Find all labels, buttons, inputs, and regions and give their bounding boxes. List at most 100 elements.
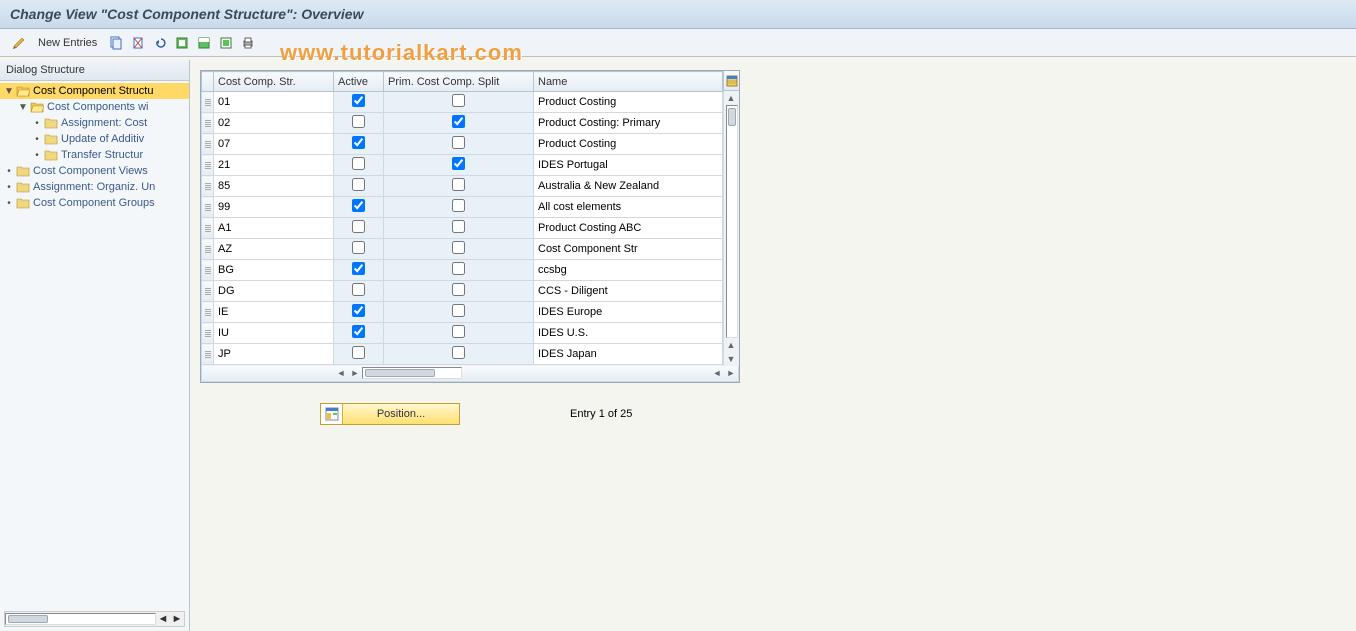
col-header-active[interactable]: Active	[334, 72, 384, 92]
name-input[interactable]	[534, 218, 722, 238]
sidebar-hscrollbar[interactable]: ◄ ►	[4, 611, 185, 627]
active-checkbox[interactable]	[352, 178, 365, 191]
toggle-change-icon[interactable]	[10, 34, 28, 52]
prim-split-checkbox[interactable]	[452, 241, 465, 254]
name-input[interactable]	[534, 281, 722, 301]
row-select-handle[interactable]	[202, 113, 214, 134]
row-select-handle[interactable]	[202, 218, 214, 239]
select-block-icon[interactable]	[195, 34, 213, 52]
cost-comp-str-input[interactable]	[214, 92, 333, 112]
prim-split-checkbox[interactable]	[452, 136, 465, 149]
scroll-right-icon[interactable]: ►	[170, 612, 184, 626]
cost-comp-str-input[interactable]	[214, 260, 333, 280]
active-checkbox[interactable]	[352, 325, 365, 338]
name-input[interactable]	[534, 197, 722, 217]
tree-item-assignment-cost[interactable]: • Assignment: Cost	[0, 115, 189, 131]
active-checkbox[interactable]	[352, 346, 365, 359]
row-select-handle[interactable]	[202, 323, 214, 344]
row-handle-header[interactable]	[202, 72, 214, 92]
scroll-right-icon[interactable]: ►	[348, 366, 362, 380]
name-input[interactable]	[534, 302, 722, 322]
cost-comp-str-input[interactable]	[214, 302, 333, 322]
cost-comp-str-input[interactable]	[214, 155, 333, 175]
scroll-left-icon[interactable]: ◄	[156, 612, 170, 626]
collapse-icon[interactable]: ▼	[4, 86, 14, 97]
row-select-handle[interactable]	[202, 344, 214, 365]
tree-item-cost-component-views[interactable]: • Cost Component Views	[0, 163, 189, 179]
new-entries-button[interactable]: New Entries	[32, 37, 103, 49]
prim-split-checkbox[interactable]	[452, 283, 465, 296]
name-input[interactable]	[534, 239, 722, 259]
row-select-handle[interactable]	[202, 176, 214, 197]
select-all-icon[interactable]	[173, 34, 191, 52]
scroll-down-icon[interactable]: ▼	[724, 352, 738, 366]
col-header-name[interactable]: Name	[534, 72, 723, 92]
name-input[interactable]	[534, 344, 722, 364]
prim-split-checkbox[interactable]	[452, 346, 465, 359]
row-select-handle[interactable]	[202, 197, 214, 218]
name-input[interactable]	[534, 323, 722, 343]
cost-comp-str-input[interactable]	[214, 239, 333, 259]
active-checkbox[interactable]	[352, 304, 365, 317]
row-select-handle[interactable]	[202, 281, 214, 302]
tree-item-cost-component-structu[interactable]: ▼ Cost Component Structu	[0, 83, 189, 99]
tree-item-cost-component-groups[interactable]: • Cost Component Groups	[0, 195, 189, 211]
row-select-handle[interactable]	[202, 302, 214, 323]
row-select-handle[interactable]	[202, 239, 214, 260]
scrollbar-thumb[interactable]	[728, 108, 736, 126]
name-input[interactable]	[534, 260, 722, 280]
cost-comp-str-input[interactable]	[214, 323, 333, 343]
active-checkbox[interactable]	[352, 241, 365, 254]
scroll-left-icon[interactable]: ◄	[334, 366, 348, 380]
print-icon[interactable]	[239, 34, 257, 52]
prim-split-checkbox[interactable]	[452, 157, 465, 170]
name-input[interactable]	[534, 134, 722, 154]
cost-comp-str-input[interactable]	[214, 113, 333, 133]
name-input[interactable]	[534, 92, 722, 112]
scrollbar-thumb[interactable]	[365, 369, 435, 377]
active-checkbox[interactable]	[352, 136, 365, 149]
prim-split-checkbox[interactable]	[452, 262, 465, 275]
active-checkbox[interactable]	[352, 220, 365, 233]
tree-item-cost-components-wi[interactable]: ▼ Cost Components wi	[0, 99, 189, 115]
deselect-all-icon[interactable]	[217, 34, 235, 52]
scroll-right-icon[interactable]: ►	[724, 366, 738, 380]
undo-icon[interactable]	[151, 34, 169, 52]
name-input[interactable]	[534, 155, 722, 175]
table-settings-icon[interactable]	[723, 71, 739, 91]
active-checkbox[interactable]	[352, 115, 365, 128]
col-header-cost-comp-str[interactable]: Cost Comp. Str.	[214, 72, 334, 92]
name-input[interactable]	[534, 176, 722, 196]
cost-comp-str-input[interactable]	[214, 197, 333, 217]
cost-comp-str-input[interactable]	[214, 176, 333, 196]
collapse-icon[interactable]: ▼	[18, 102, 28, 113]
prim-split-checkbox[interactable]	[452, 220, 465, 233]
active-checkbox[interactable]	[352, 94, 365, 107]
tree-item-transfer-structur[interactable]: • Transfer Structur	[0, 147, 189, 163]
col-header-prim-split[interactable]: Prim. Cost Comp. Split	[384, 72, 534, 92]
prim-split-checkbox[interactable]	[452, 304, 465, 317]
tree-item-assignment-organiz-un[interactable]: • Assignment: Organiz. Un	[0, 179, 189, 195]
table-vscrollbar[interactable]: ▲ ▲ ▼	[723, 91, 739, 366]
prim-split-checkbox[interactable]	[452, 178, 465, 191]
scroll-up-icon[interactable]: ▲	[724, 91, 738, 105]
delete-icon[interactable]	[129, 34, 147, 52]
scrollbar-thumb[interactable]	[8, 615, 48, 623]
prim-split-checkbox[interactable]	[452, 115, 465, 128]
row-select-handle[interactable]	[202, 260, 214, 281]
scroll-up-small-icon[interactable]: ▲	[724, 338, 738, 352]
active-checkbox[interactable]	[352, 157, 365, 170]
prim-split-checkbox[interactable]	[452, 325, 465, 338]
active-checkbox[interactable]	[352, 283, 365, 296]
scroll-left-icon[interactable]: ◄	[710, 366, 724, 380]
copy-as-icon[interactable]	[107, 34, 125, 52]
row-select-handle[interactable]	[202, 134, 214, 155]
prim-split-checkbox[interactable]	[452, 199, 465, 212]
cost-comp-str-input[interactable]	[214, 344, 333, 364]
row-select-handle[interactable]	[202, 155, 214, 176]
cost-comp-str-input[interactable]	[214, 218, 333, 238]
cost-comp-str-input[interactable]	[214, 134, 333, 154]
row-select-handle[interactable]	[202, 92, 214, 113]
position-button[interactable]: Position...	[320, 403, 460, 425]
prim-split-checkbox[interactable]	[452, 94, 465, 107]
